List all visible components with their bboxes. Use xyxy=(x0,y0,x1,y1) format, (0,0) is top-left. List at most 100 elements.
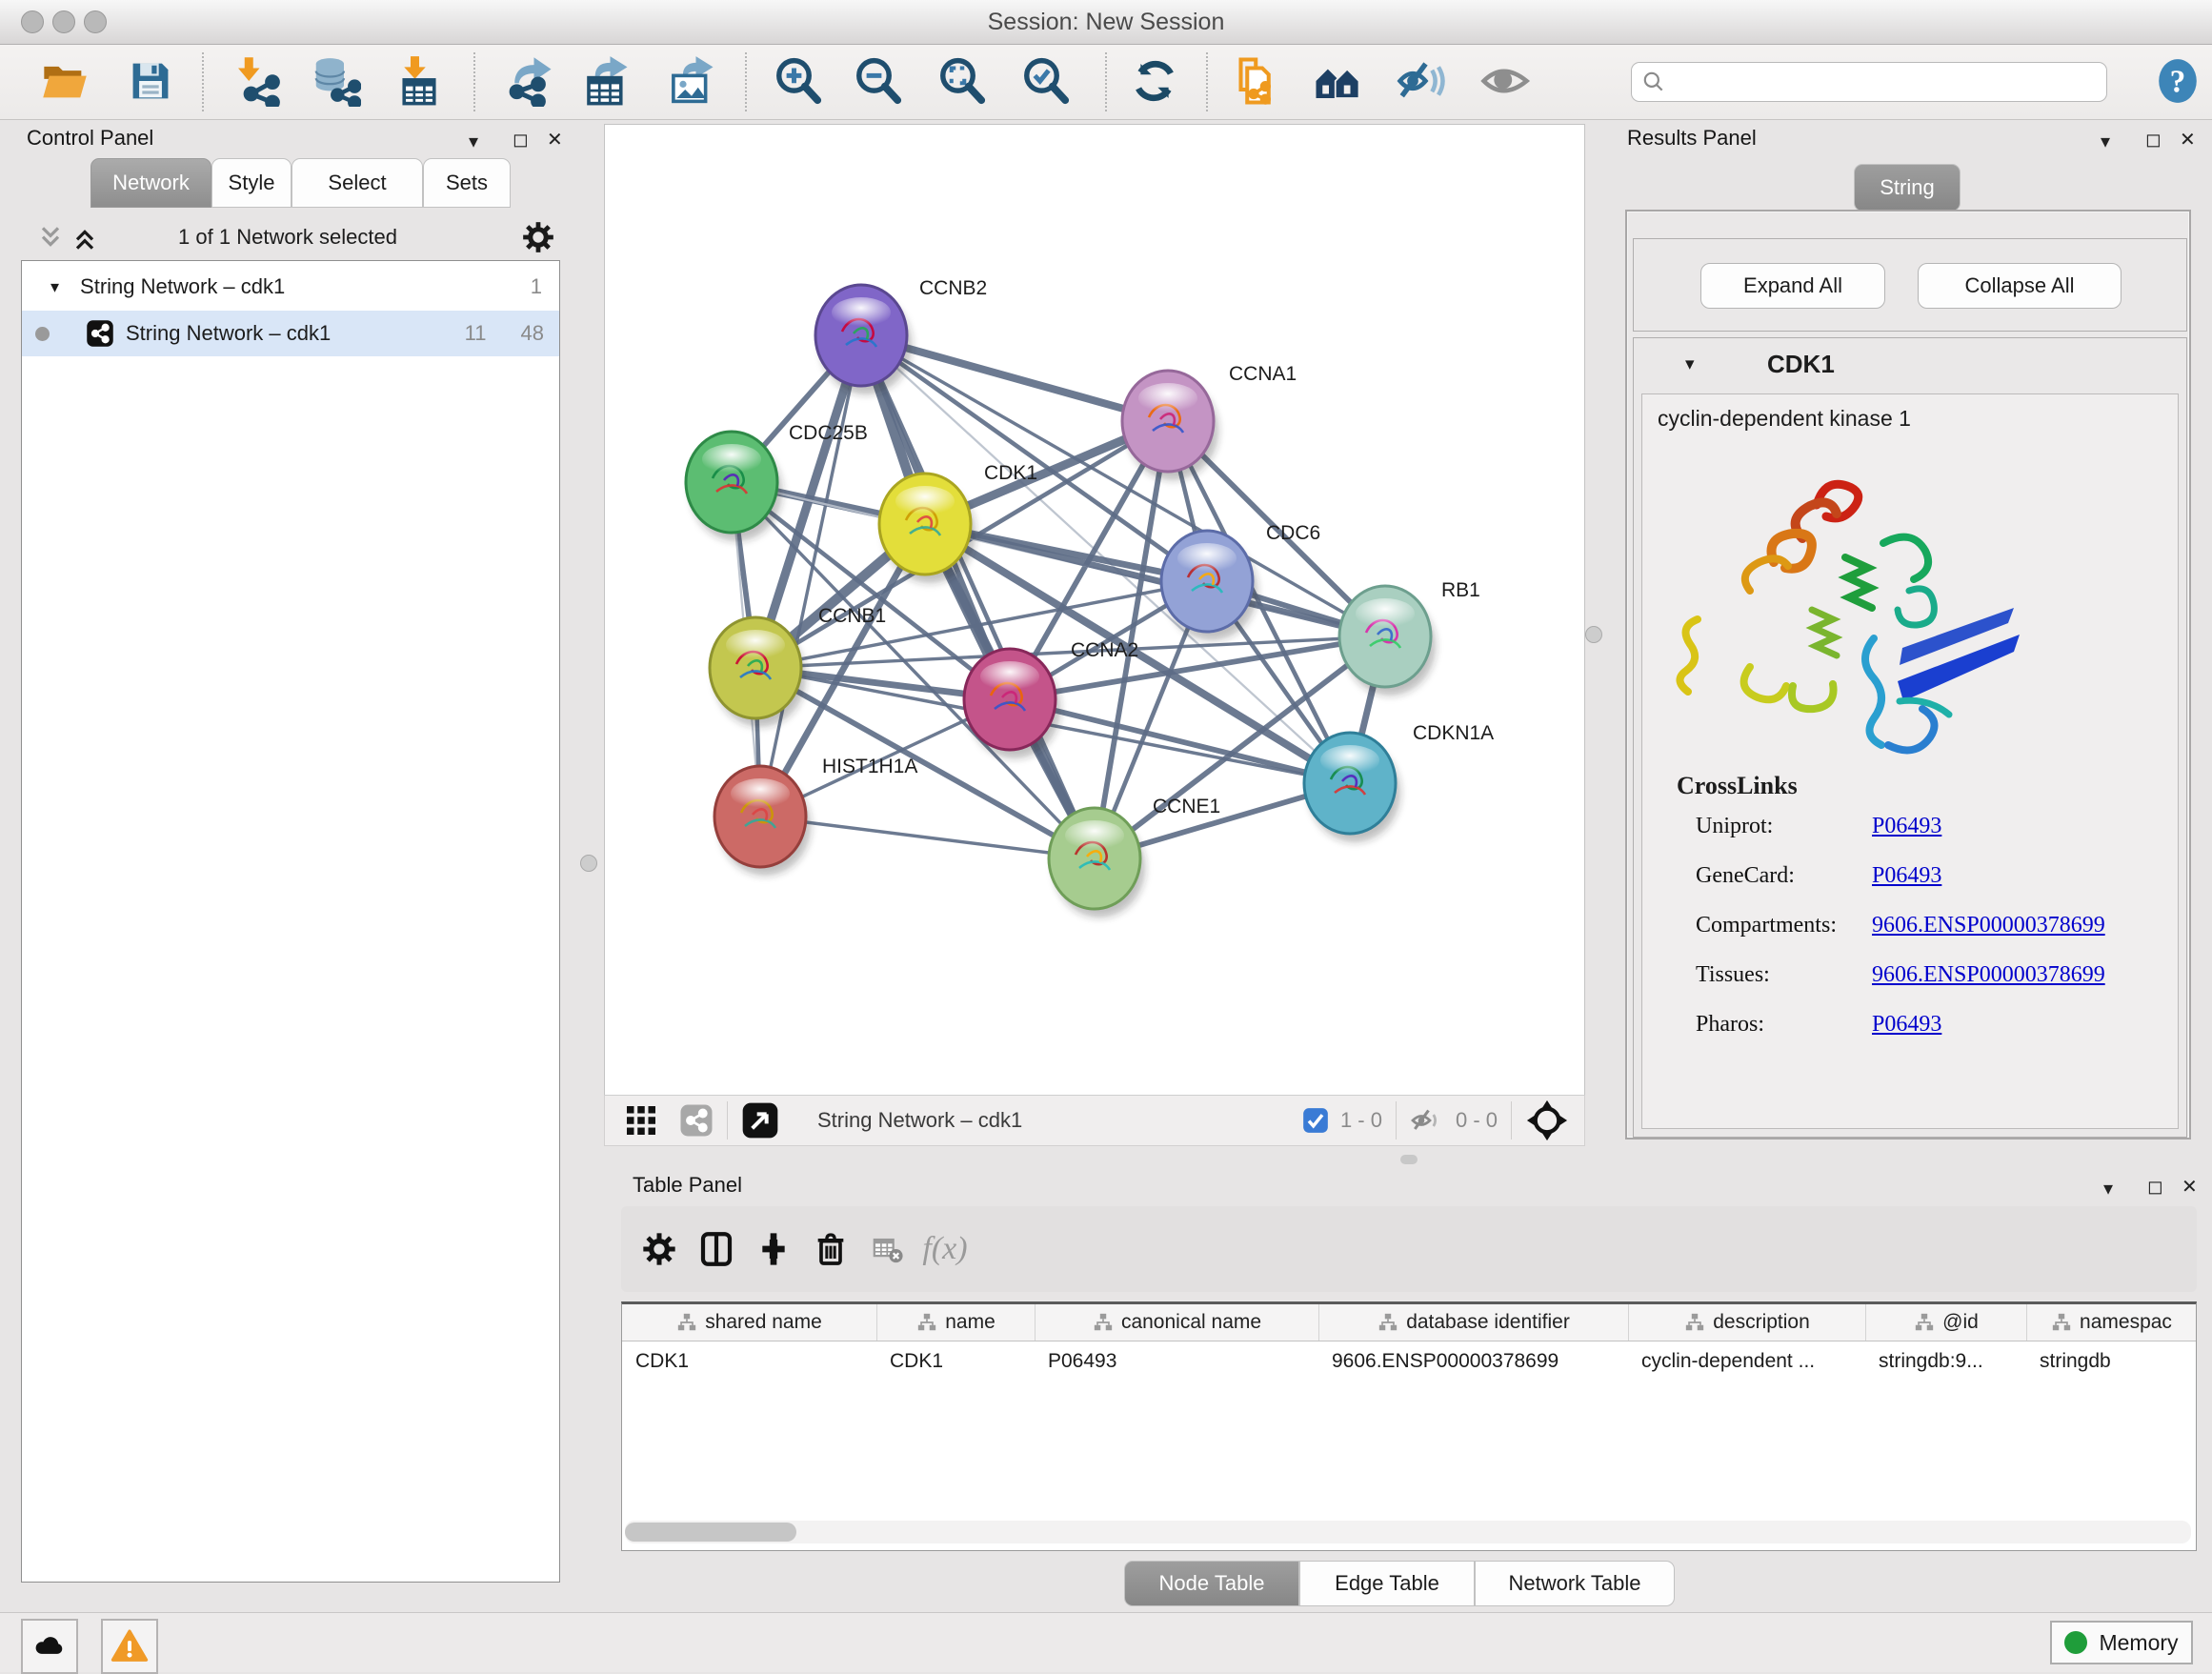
panel-close-icon[interactable]: ✕ xyxy=(2182,1175,2198,1199)
panel-float-icon[interactable]: ◻ xyxy=(513,128,529,151)
cloud-status-button[interactable] xyxy=(21,1619,78,1674)
scrollbar-thumb[interactable] xyxy=(625,1523,796,1542)
zoom-selected-button[interactable] xyxy=(1019,54,1073,108)
network-node[interactable] xyxy=(1049,808,1145,918)
network-node[interactable] xyxy=(964,649,1060,758)
tab-select[interactable]: Select xyxy=(292,158,423,208)
refresh-button[interactable] xyxy=(1128,54,1181,108)
column-header[interactable]: database identifier xyxy=(1318,1304,1628,1341)
import-network-file-button[interactable] xyxy=(229,54,282,108)
zoom-fit-button[interactable] xyxy=(935,54,989,108)
delete-table-icon xyxy=(872,1233,904,1265)
column-header[interactable]: name xyxy=(876,1304,1035,1341)
crosslink-genecard[interactable]: P06493 xyxy=(1872,863,1941,913)
table-header-row: shared name name canonical name database… xyxy=(622,1304,2196,1341)
tab-network-table[interactable]: Network Table xyxy=(1475,1561,1675,1606)
gear-icon[interactable] xyxy=(520,219,556,255)
panel-menu-icon[interactable]: ▾ xyxy=(2101,130,2110,153)
import-network-database-button[interactable] xyxy=(309,54,362,108)
birdseye-crosshair-icon[interactable] xyxy=(1525,1099,1569,1142)
crosslinks-list: Uniprot: P06493 GeneCard: P06493 Compart… xyxy=(1696,814,2162,1061)
panel-float-icon[interactable]: ◻ xyxy=(2147,1175,2163,1199)
network-view-icon[interactable] xyxy=(679,1103,714,1138)
column-header[interactable]: namespac xyxy=(2026,1304,2196,1341)
tree-expand-caret[interactable]: ▾ xyxy=(50,277,59,297)
network-node[interactable] xyxy=(1339,586,1436,696)
right-splitter-handle[interactable] xyxy=(1585,626,1602,643)
panel-close-icon[interactable]: ✕ xyxy=(2180,128,2196,151)
table-settings-button[interactable] xyxy=(631,1220,688,1278)
crosslink-uniprot[interactable]: P06493 xyxy=(1872,814,1941,863)
network-node[interactable] xyxy=(879,474,975,583)
export-image-button[interactable] xyxy=(665,54,718,108)
duplicate-network-button[interactable] xyxy=(1227,54,1280,108)
expand-all-button[interactable]: Expand All xyxy=(1700,263,1885,309)
tab-network[interactable]: Network xyxy=(90,158,211,208)
network-node[interactable] xyxy=(686,432,782,541)
function-builder-button[interactable]: f(x) xyxy=(916,1220,974,1278)
cloud-icon xyxy=(31,1628,68,1664)
panel-menu-icon[interactable]: ▾ xyxy=(469,130,478,153)
section-collapse-caret[interactable]: ▾ xyxy=(1685,353,1695,375)
warning-status-button[interactable] xyxy=(101,1619,158,1674)
export-table-button[interactable] xyxy=(579,54,633,108)
hide-selected-button[interactable] xyxy=(1395,54,1448,108)
network-node[interactable] xyxy=(1122,371,1218,480)
open-session-button[interactable] xyxy=(38,54,91,108)
left-splitter-handle[interactable] xyxy=(580,855,597,872)
crosslink-tissues[interactable]: 9606.ENSP00000378699 xyxy=(1872,962,2105,1012)
control-panel-title: Control Panel xyxy=(27,126,153,151)
bottom-splitter-handle[interactable] xyxy=(1400,1155,1418,1164)
eye-slash-icon xyxy=(1396,55,1447,107)
tab-string[interactable]: String xyxy=(1854,164,1961,212)
crosslink-pharos[interactable]: P06493 xyxy=(1872,1012,1941,1061)
show-all-button[interactable] xyxy=(1478,54,1532,108)
network-status-dot xyxy=(35,327,50,341)
delete-column-button[interactable] xyxy=(802,1220,859,1278)
import-table-file-button[interactable] xyxy=(392,54,446,108)
results-content: Expand All Collapse All ▾ CDK1 cyclin-de… xyxy=(1625,210,2191,1140)
title-bar: Session: New Session xyxy=(0,0,2212,45)
first-neighbors-button[interactable] xyxy=(1311,54,1364,108)
table-horizontal-scrollbar[interactable] xyxy=(625,1521,2191,1543)
network-row[interactable]: String Network – cdk1 11 48 xyxy=(22,311,559,356)
tab-node-table[interactable]: Node Table xyxy=(1124,1561,1299,1606)
table-row[interactable]: CDK1 CDK1 P06493 9606.ENSP00000378699 cy… xyxy=(622,1341,2196,1382)
grid-view-icon[interactable] xyxy=(624,1103,658,1138)
panel-float-icon[interactable]: ◻ xyxy=(2145,128,2162,151)
tab-style[interactable]: Style xyxy=(211,158,292,208)
tab-sets[interactable]: Sets xyxy=(423,158,511,208)
panel-close-icon[interactable]: ✕ xyxy=(547,128,563,151)
crosslink-compartments[interactable]: 9606.ENSP00000378699 xyxy=(1872,913,2105,962)
delete-table-button[interactable] xyxy=(859,1220,916,1278)
zoom-out-button[interactable] xyxy=(852,54,905,108)
help-button[interactable]: ? xyxy=(2151,54,2204,108)
collection-row[interactable]: ▾ String Network – cdk1 1 xyxy=(22,261,559,311)
memory-button[interactable]: Memory xyxy=(2050,1621,2193,1664)
network-canvas[interactable]: CCNB2CCNA1CDC25BCDK1CDC6RB1CCNB1CCNA2CDK… xyxy=(604,124,1585,1096)
export-network-button[interactable] xyxy=(503,54,556,108)
network-node[interactable] xyxy=(815,285,912,394)
network-node[interactable] xyxy=(714,766,811,876)
column-header[interactable]: @id xyxy=(1865,1304,2026,1341)
add-column-button[interactable] xyxy=(745,1220,802,1278)
detach-view-icon[interactable] xyxy=(741,1101,779,1140)
network-node-label: CCNA1 xyxy=(1229,363,1297,385)
zoom-in-button[interactable] xyxy=(772,54,825,108)
column-header[interactable]: canonical name xyxy=(1035,1304,1318,1341)
collapse-all-button[interactable]: Collapse All xyxy=(1918,263,2122,309)
network-edge[interactable] xyxy=(760,335,861,817)
show-columns-button[interactable] xyxy=(688,1220,745,1278)
network-node[interactable] xyxy=(1304,733,1400,842)
panel-menu-icon[interactable]: ▾ xyxy=(2103,1177,2113,1200)
main-toolbar: ? xyxy=(0,45,2212,120)
tab-edge-table[interactable]: Edge Table xyxy=(1299,1561,1475,1606)
crosslinks-title: CrossLinks xyxy=(1677,772,1798,800)
search-input[interactable] xyxy=(1674,69,2097,95)
save-session-button[interactable] xyxy=(124,54,177,108)
column-header[interactable]: shared name xyxy=(622,1304,876,1341)
protein-card: cyclin-dependent kinase 1 xyxy=(1641,393,2179,1129)
hidden-eye-slash-icon[interactable] xyxy=(1410,1103,1444,1138)
selected-checkbox-icon[interactable] xyxy=(1302,1107,1329,1134)
column-header[interactable]: description xyxy=(1628,1304,1865,1341)
